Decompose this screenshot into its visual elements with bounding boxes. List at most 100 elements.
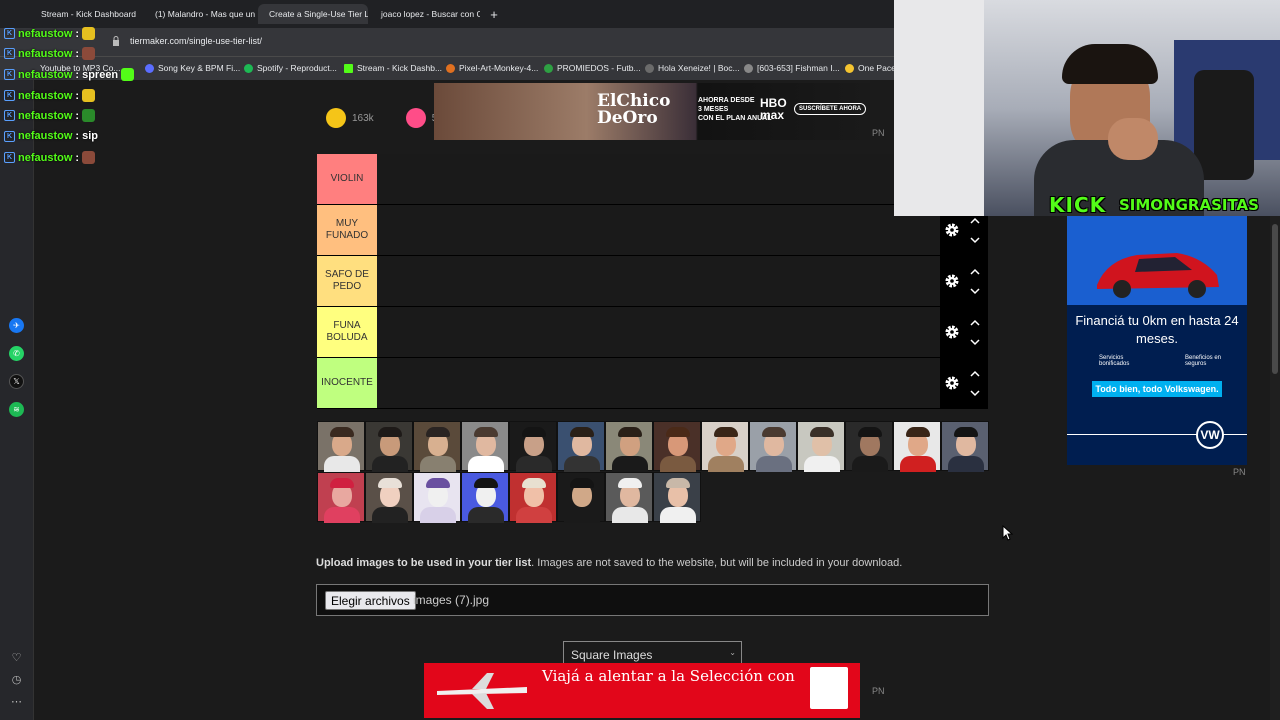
chat-username: nefaustow <box>18 27 73 40</box>
scrollbar-thumb[interactable] <box>1272 224 1278 374</box>
tier-item-image[interactable] <box>605 472 653 523</box>
bookmark-fishman[interactable]: [603-653] Fishman I... <box>744 63 840 73</box>
chat-separator: : <box>75 151 80 164</box>
tier-item-image[interactable] <box>413 421 461 472</box>
heart-icon[interactable]: ♡ <box>9 650 24 665</box>
bookmark-kick-dashboard[interactable]: Stream - Kick Dashb... <box>344 63 442 73</box>
chevron-up-icon[interactable] <box>970 217 980 225</box>
tier-item-image[interactable] <box>317 472 365 523</box>
whatsapp-icon[interactable]: ✆ <box>9 346 24 361</box>
badge-icon: K <box>4 69 15 80</box>
tier-item-image[interactable] <box>365 472 413 523</box>
bookmark-song-key[interactable]: Song Key & BPM Fi... <box>145 63 240 73</box>
bookmark-favicon-icon <box>845 63 854 73</box>
gear-icon[interactable] <box>944 273 960 289</box>
tier-label[interactable]: SAFO DE PEDO <box>317 256 377 306</box>
tier-item-image[interactable] <box>557 472 605 523</box>
tier-item-image[interactable] <box>749 421 797 472</box>
bottom-ad-banner[interactable]: Viajá a alentar a la Selección con <box>424 663 860 718</box>
tier-item-image[interactable] <box>557 421 605 472</box>
file-input[interactable]: Elegir archivos images (7).jpg <box>316 584 989 616</box>
history-icon[interactable]: ◷ <box>9 672 24 687</box>
browser-tab-bar: Stream - Kick Dashboard (1) Malandro - M… <box>0 0 894 28</box>
tier-label[interactable]: INOCENTE <box>317 358 377 408</box>
airplane-icon <box>437 673 527 709</box>
tier-item-image[interactable] <box>413 472 461 523</box>
chevron-down-icon[interactable] <box>970 389 980 397</box>
bookmark-label: Stream - Kick Dashb... <box>357 63 443 73</box>
tier-label[interactable]: VIOLIN <box>317 154 377 204</box>
chevron-up-icon[interactable] <box>970 268 980 276</box>
tier-item-image[interactable] <box>941 421 989 472</box>
ad-cta-button[interactable]: Todo bien, todo Volkswagen. <box>1092 381 1222 397</box>
badge-icon: K <box>4 110 15 121</box>
chat-message: Knefaustow : sip <box>4 130 98 142</box>
ad-label: PN <box>872 686 885 696</box>
top-ad-banner[interactable]: ElChico DeOro AHORRA DESDE 3 MESES CON E… <box>434 83 870 140</box>
bookmark-boca[interactable]: Hola Xeneize! | Boc... <box>645 63 740 73</box>
right-ad-banner[interactable]: Financiá tu 0km en hasta 24 meses. Servi… <box>1067 215 1247 465</box>
tier-item-image[interactable] <box>653 472 701 523</box>
tier-row[interactable]: FUNA BOLUDA <box>317 307 988 358</box>
bookmark-favicon-icon <box>645 63 654 73</box>
tier-item-image[interactable] <box>797 421 845 472</box>
tier-controls <box>940 358 988 409</box>
spotify-sidebar-icon[interactable]: ≋ <box>9 402 24 417</box>
tier-item-image[interactable] <box>509 421 557 472</box>
chat-text: sip <box>82 130 98 142</box>
bookmark-spotify[interactable]: Spotify - Reproduct... <box>244 63 337 73</box>
tier-item-image[interactable] <box>605 421 653 472</box>
laugh-emoji-icon[interactable] <box>326 108 346 128</box>
page-scrollbar[interactable] <box>1270 216 1280 720</box>
chat-separator: : <box>75 89 80 102</box>
tier-row[interactable]: INOCENTE <box>317 358 988 409</box>
tab-google-search[interactable]: joaco lopez - Buscar con C <box>370 4 480 24</box>
chevron-down-icon[interactable] <box>970 287 980 295</box>
chevron-up-icon[interactable] <box>970 319 980 327</box>
new-tab-button[interactable]: + <box>484 4 504 24</box>
gear-icon[interactable] <box>944 222 960 238</box>
more-icon[interactable]: ⋯ <box>9 694 24 709</box>
tab-kick-dashboard[interactable]: Stream - Kick Dashboard <box>30 4 142 24</box>
ad-label: PN <box>872 128 885 138</box>
tier-row[interactable]: VIOLIN <box>317 154 988 205</box>
chat-message: Knefaustow : <box>4 89 96 102</box>
chevron-down-icon[interactable] <box>970 338 980 346</box>
gear-icon[interactable] <box>944 375 960 391</box>
tier-label[interactable]: FUNA BOLUDA <box>317 307 377 357</box>
url-field[interactable]: tiermaker.com/single-use-tier-list/ <box>130 36 262 46</box>
browser-sidebar: ✈ ✆ 𝕏 ≋ ♡ ◷ ⋯ <box>0 80 34 720</box>
bookmark-promiedos[interactable]: PROMIEDOS - Futb... <box>544 63 641 73</box>
image-shape-select[interactable]: Square Images ⌄ <box>563 641 742 665</box>
tier-item-image[interactable] <box>701 421 749 472</box>
tier-row[interactable]: MUY FUNADO <box>317 205 988 256</box>
bookmark-pixel-art[interactable]: Pixel-Art-Monkey-4... <box>446 63 538 73</box>
chat-username: nefaustow <box>18 151 73 164</box>
chat-message: Knefaustow : <box>4 47 96 60</box>
tier-item-image[interactable] <box>461 421 509 472</box>
x-icon[interactable]: 𝕏 <box>9 374 24 389</box>
ad-label: PN <box>1233 467 1246 477</box>
chevron-up-icon[interactable] <box>970 370 980 378</box>
tier-item-image[interactable] <box>845 421 893 472</box>
tab-malandro[interactable]: (1) Malandro - Mas que un <box>144 4 256 24</box>
bookmark-one-pace[interactable]: One Pace <box>845 63 896 73</box>
messenger-icon[interactable]: ✈ <box>9 318 24 333</box>
tier-item-image[interactable] <box>461 472 509 523</box>
tab-tiermaker[interactable]: Create a Single-Use Tier L <box>258 4 368 24</box>
tier-label[interactable]: MUY FUNADO <box>317 205 377 255</box>
emote-icon <box>121 68 135 81</box>
tier-item-image[interactable] <box>653 421 701 472</box>
tier-item-image[interactable] <box>893 421 941 472</box>
gear-icon[interactable] <box>944 324 960 340</box>
heart-eyes-emoji-icon[interactable] <box>405 108 426 128</box>
tier-controls <box>940 307 988 358</box>
tier-item-image[interactable] <box>317 421 365 472</box>
chevron-down-icon[interactable] <box>970 236 980 244</box>
tier-item-image[interactable] <box>365 421 413 472</box>
choose-files-button[interactable]: Elegir archivos <box>325 591 416 610</box>
tier-row[interactable]: SAFO DE PEDO <box>317 256 988 307</box>
ad-bottom-text: Viajá a alentar a la Selección con <box>542 667 795 685</box>
tier-item-image[interactable] <box>509 472 557 523</box>
spotify-icon <box>244 63 253 73</box>
